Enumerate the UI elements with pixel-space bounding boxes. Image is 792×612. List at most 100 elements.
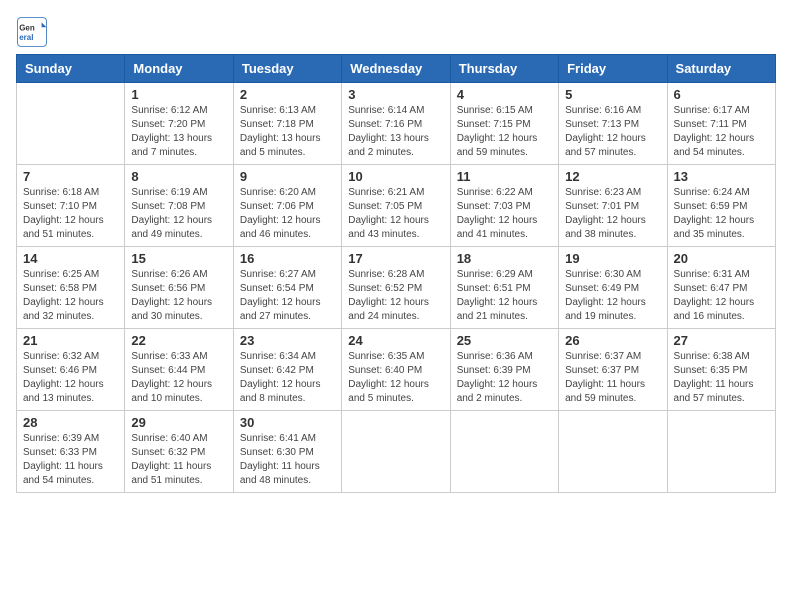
day-info: Sunrise: 6:15 AM Sunset: 7:15 PM Dayligh… [457, 104, 552, 160]
day-number: 24 [348, 333, 443, 348]
calendar-cell: 27 Sunrise: 6:38 AM Sunset: 6:35 PM Dayli… [667, 329, 775, 411]
day-number: 13 [674, 169, 769, 184]
calendar-cell: 10 Sunrise: 6:21 AM Sunset: 7:05 PM Dayli… [342, 165, 450, 247]
calendar-cell: 9 Sunrise: 6:20 AM Sunset: 7:06 PM Daylig… [233, 165, 341, 247]
calendar-cell: 6 Sunrise: 6:17 AM Sunset: 7:11 PM Daylig… [667, 83, 775, 165]
calendar-cell: 20 Sunrise: 6:31 AM Sunset: 6:47 PM Dayli… [667, 247, 775, 329]
day-info: Sunrise: 6:14 AM Sunset: 7:16 PM Dayligh… [348, 104, 443, 160]
day-info: Sunrise: 6:41 AM Sunset: 6:30 PM Dayligh… [240, 432, 335, 488]
calendar-week-row: 14 Sunrise: 6:25 AM Sunset: 6:58 PM Dayli… [17, 247, 776, 329]
calendar-cell: 30 Sunrise: 6:41 AM Sunset: 6:30 PM Dayli… [233, 411, 341, 493]
day-info: Sunrise: 6:27 AM Sunset: 6:54 PM Dayligh… [240, 268, 335, 324]
day-info: Sunrise: 6:38 AM Sunset: 6:35 PM Dayligh… [674, 350, 769, 406]
day-number: 21 [23, 333, 118, 348]
calendar-cell: 24Sunrise: 6:35 AM Sunset: 6:40 PM Dayli… [342, 329, 450, 411]
day-info: Sunrise: 6:25 AM Sunset: 6:58 PM Dayligh… [23, 268, 118, 324]
day-info: Sunrise: 6:17 AM Sunset: 7:11 PM Dayligh… [674, 104, 769, 160]
day-info: Sunrise: 6:33 AM Sunset: 6:44 PM Dayligh… [131, 350, 226, 406]
day-info: Sunrise: 6:34 AM Sunset: 6:42 PM Dayligh… [240, 350, 335, 406]
day-number: 19 [565, 251, 660, 266]
day-info: Sunrise: 6:26 AM Sunset: 6:56 PM Dayligh… [131, 268, 226, 324]
calendar-header-row: SundayMondayTuesdayWednesdayThursdayFrid… [17, 55, 776, 83]
day-info: Sunrise: 6:12 AM Sunset: 7:20 PM Dayligh… [131, 104, 226, 160]
calendar-cell: 25 Sunrise: 6:36 AM Sunset: 6:39 PM Dayli… [450, 329, 558, 411]
day-info: Sunrise: 6:18 AM Sunset: 7:10 PM Dayligh… [23, 186, 118, 242]
day-number: 16 [240, 251, 335, 266]
calendar-cell: 8Sunrise: 6:19 AM Sunset: 7:08 PM Daylig… [125, 165, 233, 247]
calendar-cell: 16 Sunrise: 6:27 AM Sunset: 6:54 PM Dayli… [233, 247, 341, 329]
day-number: 23 [240, 333, 335, 348]
day-of-week-header: Saturday [667, 55, 775, 83]
calendar-cell: 17 Sunrise: 6:28 AM Sunset: 6:52 PM Dayli… [342, 247, 450, 329]
day-number: 28 [23, 415, 118, 430]
calendar-cell: 15 Sunrise: 6:26 AM Sunset: 6:56 PM Dayli… [125, 247, 233, 329]
day-info: Sunrise: 6:23 AM Sunset: 7:01 PM Dayligh… [565, 186, 660, 242]
calendar-week-row: 1 Sunrise: 6:12 AM Sunset: 7:20 PM Daylig… [17, 83, 776, 165]
calendar-cell: 14 Sunrise: 6:25 AM Sunset: 6:58 PM Dayli… [17, 247, 125, 329]
day-info: Sunrise: 6:20 AM Sunset: 7:06 PM Dayligh… [240, 186, 335, 242]
day-number: 30 [240, 415, 335, 430]
calendar-cell: 21 Sunrise: 6:32 AM Sunset: 6:46 PM Dayli… [17, 329, 125, 411]
calendar-cell: 3 Sunrise: 6:14 AM Sunset: 7:16 PM Daylig… [342, 83, 450, 165]
svg-text:eral: eral [19, 33, 33, 42]
day-of-week-header: Friday [559, 55, 667, 83]
day-number: 9 [240, 169, 335, 184]
calendar-cell [342, 411, 450, 493]
day-info: Sunrise: 6:40 AM Sunset: 6:32 PM Dayligh… [131, 432, 226, 488]
logo-icon: Gen eral [16, 16, 48, 48]
day-number: 17 [348, 251, 443, 266]
day-number: 14 [23, 251, 118, 266]
day-number: 29 [131, 415, 226, 430]
day-number: 15 [131, 251, 226, 266]
day-number: 20 [674, 251, 769, 266]
calendar-cell: 7 Sunrise: 6:18 AM Sunset: 7:10 PM Daylig… [17, 165, 125, 247]
day-of-week-header: Sunday [17, 55, 125, 83]
day-number: 22 [131, 333, 226, 348]
day-number: 10 [348, 169, 443, 184]
day-number: 2 [240, 87, 335, 102]
calendar-cell: 28 Sunrise: 6:39 AM Sunset: 6:33 PM Dayli… [17, 411, 125, 493]
day-number: 4 [457, 87, 552, 102]
calendar-cell: 1 Sunrise: 6:12 AM Sunset: 7:20 PM Daylig… [125, 83, 233, 165]
day-info: Sunrise: 6:16 AM Sunset: 7:13 PM Dayligh… [565, 104, 660, 160]
day-info: Sunrise: 6:24 AM Sunset: 6:59 PM Dayligh… [674, 186, 769, 242]
calendar-week-row: 21 Sunrise: 6:32 AM Sunset: 6:46 PM Dayli… [17, 329, 776, 411]
day-number: 12 [565, 169, 660, 184]
svg-text:Gen: Gen [19, 23, 35, 32]
day-number: 5 [565, 87, 660, 102]
day-info: Sunrise: 6:39 AM Sunset: 6:33 PM Dayligh… [23, 432, 118, 488]
day-info: Sunrise: 6:29 AM Sunset: 6:51 PM Dayligh… [457, 268, 552, 324]
day-info: Sunrise: 6:32 AM Sunset: 6:46 PM Dayligh… [23, 350, 118, 406]
calendar-cell: 5 Sunrise: 6:16 AM Sunset: 7:13 PM Daylig… [559, 83, 667, 165]
day-info: Sunrise: 6:37 AM Sunset: 6:37 PM Dayligh… [565, 350, 660, 406]
calendar-cell: 12 Sunrise: 6:23 AM Sunset: 7:01 PM Dayli… [559, 165, 667, 247]
day-number: 18 [457, 251, 552, 266]
logo: Gen eral [16, 16, 52, 48]
calendar-cell: 26 Sunrise: 6:37 AM Sunset: 6:37 PM Dayli… [559, 329, 667, 411]
calendar-cell: 4 Sunrise: 6:15 AM Sunset: 7:15 PM Daylig… [450, 83, 558, 165]
calendar-cell: 29 Sunrise: 6:40 AM Sunset: 6:32 PM Dayli… [125, 411, 233, 493]
calendar-week-row: 7 Sunrise: 6:18 AM Sunset: 7:10 PM Daylig… [17, 165, 776, 247]
calendar-table: SundayMondayTuesdayWednesdayThursdayFrid… [16, 54, 776, 493]
day-number: 3 [348, 87, 443, 102]
day-info: Sunrise: 6:13 AM Sunset: 7:18 PM Dayligh… [240, 104, 335, 160]
day-number: 25 [457, 333, 552, 348]
day-of-week-header: Tuesday [233, 55, 341, 83]
day-info: Sunrise: 6:31 AM Sunset: 6:47 PM Dayligh… [674, 268, 769, 324]
calendar-cell: 13 Sunrise: 6:24 AM Sunset: 6:59 PM Dayli… [667, 165, 775, 247]
page-header: Gen eral [16, 16, 776, 48]
day-number: 6 [674, 87, 769, 102]
day-info: Sunrise: 6:22 AM Sunset: 7:03 PM Dayligh… [457, 186, 552, 242]
day-number: 27 [674, 333, 769, 348]
day-info: Sunrise: 6:28 AM Sunset: 6:52 PM Dayligh… [348, 268, 443, 324]
day-number: 7 [23, 169, 118, 184]
calendar-cell: 11 Sunrise: 6:22 AM Sunset: 7:03 PM Dayli… [450, 165, 558, 247]
day-info: Sunrise: 6:21 AM Sunset: 7:05 PM Dayligh… [348, 186, 443, 242]
day-info: Sunrise: 6:36 AM Sunset: 6:39 PM Dayligh… [457, 350, 552, 406]
calendar-cell: 22 Sunrise: 6:33 AM Sunset: 6:44 PM Dayli… [125, 329, 233, 411]
day-number: 11 [457, 169, 552, 184]
day-number: 26 [565, 333, 660, 348]
calendar-cell: 23 Sunrise: 6:34 AM Sunset: 6:42 PM Dayli… [233, 329, 341, 411]
calendar-cell [559, 411, 667, 493]
day-number: 1 [131, 87, 226, 102]
